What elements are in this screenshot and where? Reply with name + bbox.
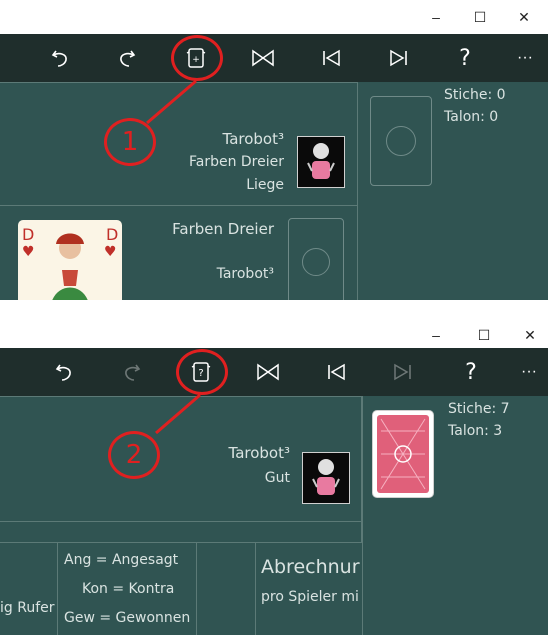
callout-line-1 [146, 79, 197, 125]
divider [0, 300, 554, 318]
callout-line-2 [155, 393, 201, 435]
callout-number-1: 1 [121, 127, 139, 157]
callout-number-2: 2 [125, 440, 143, 470]
